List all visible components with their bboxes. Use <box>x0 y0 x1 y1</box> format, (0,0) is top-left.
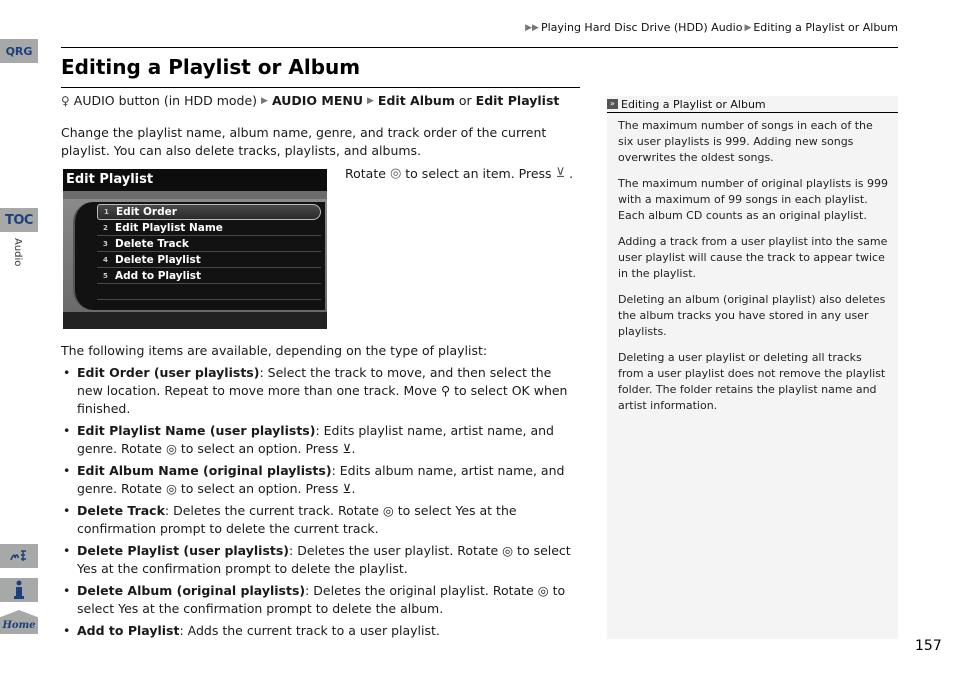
list-item-term: Add to Playlist <box>77 623 180 638</box>
item-list: Edit Order (user playlists): Select the … <box>61 364 581 644</box>
menu-item-number: 2 <box>103 223 108 232</box>
path-arrow-icon: ▶ <box>261 95 268 106</box>
sidenote-body: The maximum number of songs in each of t… <box>607 113 898 414</box>
menu-item-label: Edit Playlist Name <box>115 221 223 234</box>
sidenote-paragraph: The maximum number of songs in each of t… <box>618 119 873 164</box>
list-item-term: Edit Playlist Name (user playlists) <box>77 423 316 438</box>
menu-item-number: 4 <box>103 255 108 264</box>
voice-command-tab[interactable] <box>0 544 38 568</box>
screen-menu-item: 3 Delete Track <box>97 236 321 252</box>
page-title: Editing a Playlist or Album <box>61 55 361 79</box>
path-arrow-icon: ▶ <box>367 95 374 106</box>
sidenote-paragraph: Adding a track from a user playlist into… <box>618 235 888 280</box>
list-item: Edit Playlist Name (user playlists): Edi… <box>61 422 581 458</box>
page-number: 157 <box>915 638 942 654</box>
double-chevron-icon: » <box>607 99 618 109</box>
menu-item-number: 3 <box>103 239 108 248</box>
breadcrumb-arrow-icon: ▶ <box>744 22 752 33</box>
list-item: Add to Playlist: Adds the current track … <box>61 622 581 640</box>
breadcrumb-item[interactable]: Editing a Playlist or Album <box>753 21 898 34</box>
home-tab[interactable]: Home <box>0 610 38 634</box>
info-tab[interactable] <box>0 578 38 602</box>
list-item: Edit Order (user playlists): Select the … <box>61 364 581 418</box>
rotate-instruction: Rotate ◎ to select an item. Press ⊻. <box>345 166 573 181</box>
menu-path-step: Edit Playlist <box>475 93 560 108</box>
menu-path-or: or <box>458 93 472 108</box>
instruction-text: Rotate <box>345 166 386 181</box>
list-item-term: Edit Order (user playlists) <box>77 365 260 380</box>
sidenote-panel: » Editing a Playlist or Album The maximu… <box>607 96 898 639</box>
list-item-term: Delete Playlist (user playlists) <box>77 543 290 558</box>
breadcrumb-arrow-icon: ▶▶ <box>525 22 539 33</box>
breadcrumb-item[interactable]: Playing Hard Disc Drive (HDD) Audio <box>541 21 742 34</box>
sidenote-paragraph: Deleting a user playlist or deleting all… <box>618 351 886 412</box>
screen-menu-item: 4 Delete Playlist <box>97 252 321 268</box>
screen-menu-list: 1 Edit Order 2 Edit Playlist Name 3 Delete … <box>97 204 321 300</box>
list-item-term: Edit Album Name (original playlists) <box>77 463 332 478</box>
list-item-term: Delete Track <box>77 503 165 518</box>
menu-path-step: Edit Album <box>377 93 455 108</box>
screen-menu-item-empty <box>97 284 321 300</box>
screen-menu-item: 5 Add to Playlist <box>97 268 321 284</box>
interface-dial-press-icon: ⊻ <box>555 166 566 181</box>
list-item: Delete Album (original playlists): Delet… <box>61 582 581 618</box>
list-intro: The following items are available, depen… <box>61 343 488 358</box>
edit-playlist-screenshot: Edit Playlist 1 Edit Order 2 Edit Playlist… <box>63 169 327 329</box>
screen-menu-item: 1 Edit Order <box>97 204 321 220</box>
list-item: Edit Album Name (original playlists): Ed… <box>61 462 581 498</box>
intro-paragraph: Change the playlist name, album name, ge… <box>61 125 547 158</box>
title-divider <box>61 87 580 88</box>
list-item: Delete Playlist (user playlists): Delete… <box>61 542 581 578</box>
list-item: Delete Track: Deletes the current track.… <box>61 502 581 538</box>
sidenote-paragraph: The maximum number of original playlists… <box>618 177 888 222</box>
sidenote-header: » Editing a Playlist or Album <box>607 96 898 113</box>
section-label: Audio <box>12 238 23 267</box>
menu-item-label: Add to Playlist <box>115 269 202 282</box>
menu-item-label: Delete Playlist <box>115 253 201 266</box>
screen-menu-item: 2 Edit Playlist Name <box>97 220 321 236</box>
screen-title: Edit Playlist <box>63 169 327 191</box>
list-item-term: Delete Album (original playlists) <box>77 583 306 598</box>
menu-path-step: AUDIO MENU <box>271 93 363 108</box>
sidenote-paragraph: Deleting an album (original playlist) al… <box>618 293 886 338</box>
menu-path-start: AUDIO button (in HDD mode) <box>73 93 258 108</box>
voice-command-icon <box>10 550 26 561</box>
interface-dial-rotate-icon: ◎ <box>389 166 402 181</box>
list-item-text: : Adds the current track to a user playl… <box>179 623 440 638</box>
instruction-text: to select an item. Press <box>405 166 552 181</box>
menu-item-label: Delete Track <box>115 237 189 250</box>
screen-bottom-bar <box>63 312 327 329</box>
info-icon <box>14 580 24 599</box>
menu-item-number: 1 <box>104 208 109 216</box>
menu-item-label: Edit Order <box>116 206 177 218</box>
voice-microphone-icon: ♀ <box>61 93 70 108</box>
screen-band <box>63 191 327 199</box>
menu-path: ♀ AUDIO button (in HDD mode) ▶ AUDIO MEN… <box>61 93 559 108</box>
toc-tab[interactable]: TOC <box>0 208 38 232</box>
top-divider <box>61 47 898 48</box>
instruction-text: . <box>569 166 574 181</box>
qrg-tab[interactable]: QRG <box>0 39 38 63</box>
sidenote-title: Editing a Playlist or Album <box>621 97 766 111</box>
menu-item-number: 5 <box>103 271 108 280</box>
breadcrumb: ▶▶ Playing Hard Disc Drive (HDD) Audio ▶… <box>525 21 898 34</box>
